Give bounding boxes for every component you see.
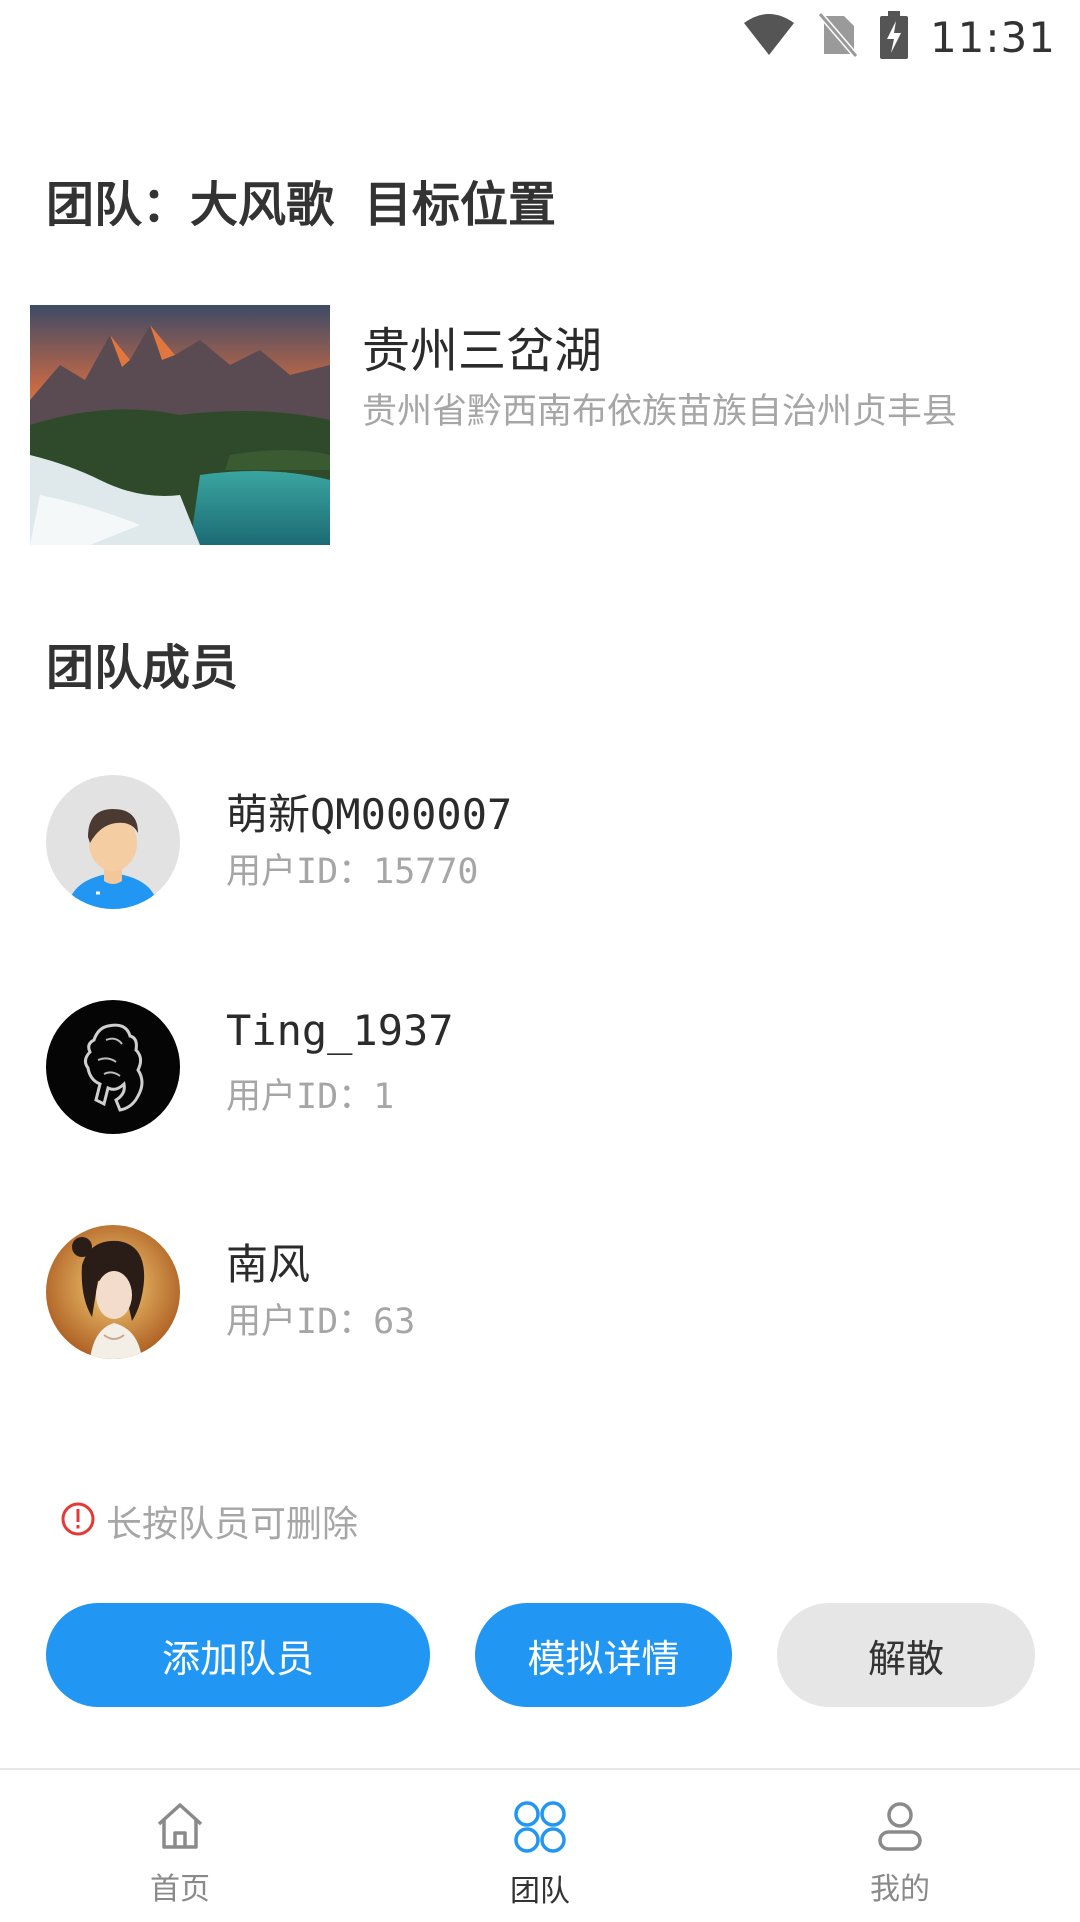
delete-hint: 长按队员可删除 — [60, 1496, 358, 1546]
tab-home[interactable]: 首页 — [80, 1770, 280, 1922]
member-name: Ting_1937 — [226, 1006, 454, 1055]
tab-team[interactable]: 团队 — [440, 1770, 640, 1922]
member-name: 萌新QM000007 — [226, 790, 513, 839]
team-icon — [513, 1770, 567, 1858]
target-location-card[interactable]: 贵州三岔湖 贵州省黔西南布依族苗族自治州贞丰县 — [30, 305, 1050, 545]
member-uid: 用户ID：15770 — [226, 852, 479, 892]
bottom-tab-bar: 首页 团队 我的 — [0, 1768, 1080, 1922]
member-item[interactable]: Ting_1937 用户ID：1 — [46, 1000, 1036, 1134]
member-item[interactable]: 南风 用户ID：63 — [46, 1225, 1036, 1359]
tab-label: 首页 — [150, 1872, 210, 1907]
disband-button[interactable]: 解散 — [777, 1603, 1035, 1707]
avatar — [46, 1225, 180, 1359]
location-address: 贵州省黔西南布依族苗族自治州贞丰县 — [362, 392, 958, 432]
no-sim-icon — [817, 12, 859, 62]
tab-label: 我的 — [870, 1872, 930, 1907]
members-section-title: 团队成员 — [46, 640, 239, 696]
location-image — [30, 305, 330, 545]
tab-me[interactable]: 我的 — [800, 1770, 1000, 1922]
page-title: 团队：大风歌 目标位置 — [46, 165, 556, 235]
add-member-button[interactable]: 添加队员 — [46, 1603, 430, 1707]
battery-charging-icon — [879, 11, 908, 63]
avatar — [46, 775, 180, 909]
location-name: 贵州三岔湖 — [362, 323, 603, 379]
member-name: 南风 — [226, 1240, 311, 1289]
hint-text: 长按队员可删除 — [106, 1504, 359, 1545]
target-location-label: 目标位置 — [364, 177, 557, 233]
simulate-details-button[interactable]: 模拟详情 — [475, 1603, 732, 1707]
user-icon — [874, 1770, 926, 1856]
wifi-icon — [742, 13, 796, 61]
home-icon — [154, 1770, 206, 1856]
tab-label: 团队 — [510, 1874, 570, 1909]
alert-circle-icon — [60, 1501, 96, 1541]
member-item[interactable]: 萌新QM000007 用户ID：15770 — [46, 775, 1036, 909]
team-name: 团队：大风歌 — [46, 177, 335, 233]
status-bar: 11:31 — [0, 0, 1080, 76]
avatar — [46, 1000, 180, 1134]
status-time: 11:31 — [929, 12, 1056, 62]
member-uid: 用户ID：1 — [226, 1077, 395, 1117]
member-uid: 用户ID：63 — [226, 1302, 416, 1342]
